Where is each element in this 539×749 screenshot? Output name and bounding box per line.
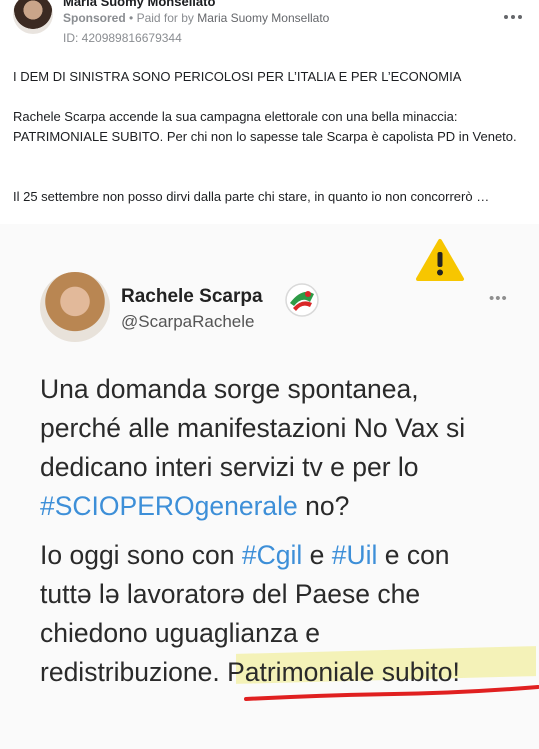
advertiser-name[interactable]: Maria Suomy Monsellato [63,0,215,9]
separator: • [129,11,134,25]
paid-for-label: Paid for by [136,11,194,25]
red-underline-mark [244,685,539,701]
tweet-text-fragment: Io oggi sono con [40,540,242,570]
hashtag-cgil: #Cgil [241,540,303,570]
payer-name[interactable]: Maria Suomy Monsellato [197,11,329,25]
tweet-paragraph-1: Una domanda sorge spontanea, perché alle… [40,370,465,526]
ad-card: Maria Suomy Monsellato Sponsored • Paid … [0,0,539,749]
hashtag-sciopero: #SCIOPEROgenerale [40,491,298,521]
tweet-avatar [40,272,110,342]
post-paragraph-1: I DEM DI SINISTRA SONO PERICOLOSI PER L’… [13,69,462,84]
tweet-line: perché alle manifestazioni No Vax si [40,413,466,443]
tweet-line: #SCIOPEROgenerale no? [40,487,465,526]
tweet-more-icon: ••• [489,290,508,307]
warning-icon [416,239,464,281]
ad-id: ID: 420989816679344 [63,31,182,45]
tweet-line: Una domanda sorge spontanea, [40,374,419,404]
post-paragraph-3: Il 25 settembre non posso dirvi dalla pa… [13,189,490,204]
tweet-line: tuttə lə lavoratorə del Paese che [40,579,421,609]
more-options-icon[interactable] [500,7,526,27]
tweet-handle: @ScarpaRachele [121,312,255,331]
advertiser-avatar[interactable] [13,0,53,34]
hashtag-uil: #Uil [331,540,378,570]
post-paragraph-2: Rachele Scarpa accende la sua campagna e… [13,109,517,144]
tweet-text-fragment: redistribuzione. [40,657,228,687]
sponsored-label: Sponsored [63,11,126,25]
tweet-line: Io oggi sono con #Cgil e #Uil e con [40,536,460,575]
tweet-line: dedicano interi servizi tv e per lo [40,452,419,482]
tweet-text-fragment: e [302,540,332,570]
tweet-line: chiedono uguaglianza e [40,618,320,648]
tweet-paragraph-2: Io oggi sono con #Cgil e #Uil e con tutt… [40,536,460,692]
tweet-text-fragment: no? [297,491,350,521]
tweet-text-fragment: e con [377,540,450,570]
pd-logo-icon [285,283,319,317]
sponsored-line: Sponsored • Paid for by Maria Suomy Mons… [63,11,329,25]
ad-creative-image[interactable]: Rachele Scarpa @ScarpaRachele ••• Una do… [0,224,539,749]
tweet-author-name: Rachele Scarpa [121,286,263,307]
